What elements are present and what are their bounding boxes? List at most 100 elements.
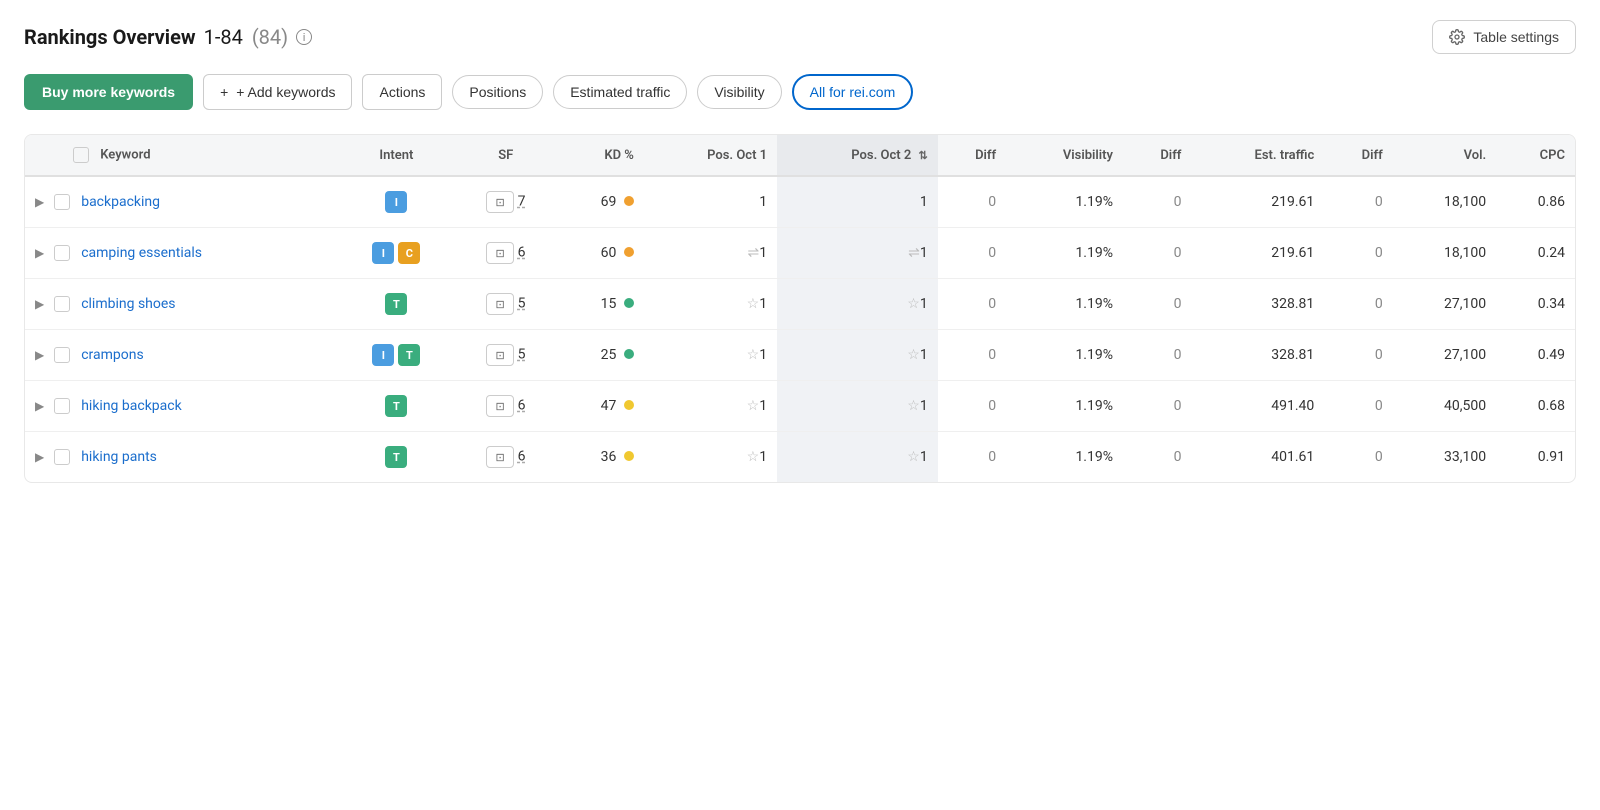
pos-oct1-cell: ☆1 (644, 381, 777, 432)
page-wrapper: Rankings Overview 1-84 (84) i Table sett… (0, 0, 1600, 503)
keyword-link[interactable]: hiking pants (81, 449, 157, 465)
row-expand-icon[interactable]: ▶ (35, 399, 44, 413)
cpc-cell: 0.91 (1496, 432, 1575, 483)
star-icon: ☆ (907, 296, 920, 312)
visibility-cell: 1.19% (1006, 228, 1123, 279)
pos-oct1-cell: ☆1 (644, 279, 777, 330)
row-checkbox[interactable] (54, 245, 70, 261)
cpc-cell: 0.68 (1496, 381, 1575, 432)
intent-badge: T (385, 293, 407, 315)
est-traffic-cell: 401.61 (1191, 432, 1324, 483)
pos-oct1-cell: 1 (644, 176, 777, 228)
col-header-cpc: CPC (1496, 135, 1575, 176)
pos-oct2-cell: ☆1 (777, 432, 938, 483)
positions-filter-button[interactable]: Positions (452, 75, 543, 109)
est-traffic-cell: 328.81 (1191, 279, 1324, 330)
sf-cell: ⊡ 6 (456, 228, 555, 279)
row-expand-icon[interactable]: ▶ (35, 297, 44, 311)
keyword-cell: ▶ camping essentials (25, 228, 336, 279)
col-header-kd: KD % (555, 135, 644, 176)
keyword-link[interactable]: hiking backpack (81, 398, 181, 414)
sf-icon: ⊡ (486, 344, 514, 366)
vol-cell: 40,500 (1393, 381, 1496, 432)
row-expand-icon[interactable]: ▶ (35, 450, 44, 464)
kd-dot (624, 196, 634, 206)
actions-button[interactable]: Actions (362, 74, 442, 110)
vol-cell: 27,100 (1393, 330, 1496, 381)
kd-cell: 15 (555, 279, 644, 330)
intent-badge: C (398, 242, 420, 264)
buy-keywords-button[interactable]: Buy more keywords (24, 74, 193, 110)
pos-oct1-cell: ⇌1 (644, 228, 777, 279)
add-keywords-button[interactable]: + + Add keywords (203, 74, 352, 110)
pos-oct2-cell: ⇌1 (777, 228, 938, 279)
keyword-cell: ▶ hiking backpack (25, 381, 336, 432)
sort-icon: ⇅ (919, 149, 928, 162)
rankings-table-wrapper: Keyword Intent SF KD % Pos. Oct 1 Pos. O… (24, 134, 1576, 483)
kd-cell: 69 (555, 176, 644, 228)
kd-value: 36 (601, 449, 617, 465)
sf-cell: ⊡ 6 (456, 432, 555, 483)
table-row: ▶ hiking backpack T⊡ 647 ☆1☆101.19%0491.… (25, 381, 1575, 432)
row-checkbox[interactable] (54, 194, 70, 210)
row-checkbox[interactable] (54, 449, 70, 465)
vol-cell: 18,100 (1393, 176, 1496, 228)
row-expand-icon[interactable]: ▶ (35, 348, 44, 362)
col-header-sf: SF (456, 135, 555, 176)
keyword-cell: ▶ backpacking (25, 176, 336, 228)
row-checkbox[interactable] (54, 347, 70, 363)
keyword-link[interactable]: backpacking (81, 194, 160, 210)
diff3-cell: 0 (1324, 432, 1392, 483)
pos-oct1-cell: ☆1 (644, 330, 777, 381)
diff1-cell: 0 (938, 381, 1006, 432)
row-expand-icon[interactable]: ▶ (35, 195, 44, 209)
table-settings-button[interactable]: Table settings (1432, 20, 1576, 54)
col-header-diff1: Diff (938, 135, 1006, 176)
row-checkbox[interactable] (54, 296, 70, 312)
col-header-pos-oct2[interactable]: Pos. Oct 2 ⇅ (777, 135, 938, 176)
all-for-filter-button[interactable]: All for rei.com (792, 74, 914, 110)
estimated-traffic-filter-button[interactable]: Estimated traffic (553, 75, 687, 109)
intent-badge: I (372, 242, 394, 264)
sf-cell: ⊡ 7 (456, 176, 555, 228)
intent-cell: T (336, 279, 456, 330)
intent-badge: I (385, 191, 407, 213)
cpc-cell: 0.34 (1496, 279, 1575, 330)
sf-value: 5 (518, 296, 526, 312)
table-settings-label: Table settings (1473, 29, 1559, 45)
diff3-cell: 0 (1324, 381, 1392, 432)
sf-cell: ⊡ 5 (456, 279, 555, 330)
gear-icon (1449, 29, 1465, 45)
row-checkbox[interactable] (54, 398, 70, 414)
keyword-link[interactable]: climbing shoes (81, 296, 175, 312)
table-row: ▶ crampons IT⊡ 525 ☆1☆101.19%0328.81027,… (25, 330, 1575, 381)
visibility-cell: 1.19% (1006, 330, 1123, 381)
keyword-link[interactable]: camping essentials (81, 245, 202, 261)
page-title: Rankings Overview (24, 25, 196, 49)
sf-icon: ⊡ (486, 395, 514, 417)
visibility-cell: 1.19% (1006, 176, 1123, 228)
table-header: Keyword Intent SF KD % Pos. Oct 1 Pos. O… (25, 135, 1575, 176)
vol-cell: 18,100 (1393, 228, 1496, 279)
select-all-checkbox[interactable] (73, 147, 89, 163)
table-row: ▶ backpacking I⊡ 769 1101.19%0219.61018,… (25, 176, 1575, 228)
header-left: Rankings Overview 1-84 (84) i (24, 25, 312, 49)
sf-value: 6 (518, 449, 526, 465)
col-header-visibility: Visibility (1006, 135, 1123, 176)
diff3-cell: 0 (1324, 279, 1392, 330)
intent-cell: IT (336, 330, 456, 381)
row-expand-icon[interactable]: ▶ (35, 246, 44, 260)
toolbar: Buy more keywords + + Add keywords Actio… (24, 74, 1576, 110)
col-header-diff2: Diff (1123, 135, 1191, 176)
info-icon[interactable]: i (296, 29, 312, 45)
kd-dot (624, 298, 634, 308)
diff1-cell: 0 (938, 330, 1006, 381)
keyword-link[interactable]: crampons (81, 347, 144, 363)
kd-value: 47 (601, 398, 617, 414)
intent-badge: T (398, 344, 420, 366)
pos-oct2-cell: ☆1 (777, 279, 938, 330)
kd-cell: 60 (555, 228, 644, 279)
visibility-filter-button[interactable]: Visibility (697, 75, 781, 109)
intent-cell: T (336, 432, 456, 483)
diff1-cell: 0 (938, 228, 1006, 279)
